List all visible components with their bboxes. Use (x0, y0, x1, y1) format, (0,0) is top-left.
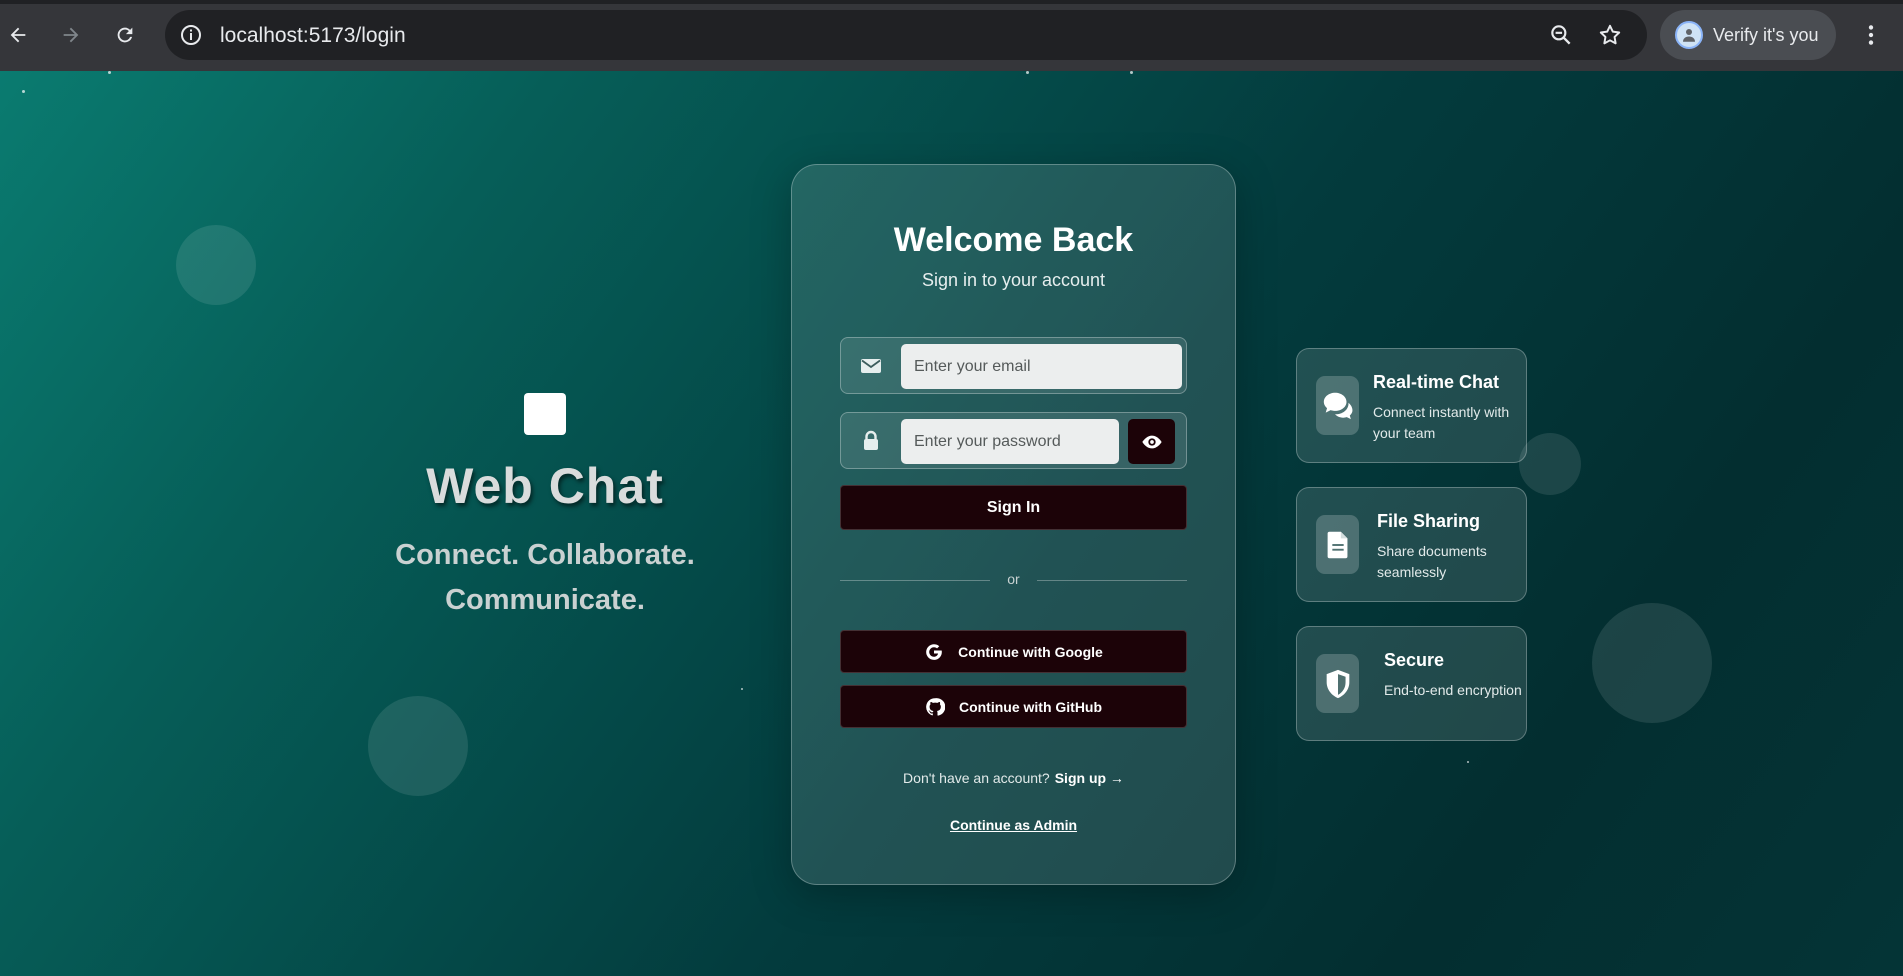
feature-card-secure: Secure End-to-end encryption (1296, 626, 1527, 741)
forward-arrow-icon (63, 27, 79, 43)
brand-section: Web Chat Connect. Collaborate. Communica… (330, 393, 760, 623)
signup-prompt: Don't have an account? (903, 770, 1050, 786)
toggle-password-visibility-button[interactable] (1128, 419, 1175, 464)
reload-button[interactable] (110, 20, 140, 50)
password-field (840, 412, 1187, 469)
feature-title: File Sharing (1377, 511, 1481, 531)
login-page: Web Chat Connect. Collaborate. Communica… (0, 71, 1903, 976)
profile-label: Verify it's you (1713, 24, 1819, 45)
forward-button[interactable] (56, 20, 86, 50)
tab-strip-edge (0, 0, 1903, 4)
background-bubble (368, 696, 468, 796)
eye-icon (1141, 435, 1162, 448)
profile-button[interactable]: Verify it's you (1660, 10, 1836, 60)
chat-bubbles-icon (1323, 392, 1352, 419)
envelope-icon (861, 359, 881, 373)
browser-toolbar: localhost:5173/login Verify it's you (0, 0, 1903, 71)
email-input[interactable] (901, 344, 1182, 389)
feature-description: End-to-end encryption (1384, 682, 1522, 698)
brand-tagline: Connect. Collaborate. Communicate. (330, 533, 760, 623)
google-sign-in-button[interactable]: Continue with Google (840, 630, 1187, 673)
feature-card-file-sharing: File Sharing Share documents seamlessly (1296, 487, 1527, 602)
divider-label: or (1007, 571, 1020, 587)
back-arrow-icon (10, 27, 26, 43)
login-subtitle: Sign in to your account (921, 270, 1106, 290)
background-dot (22, 90, 25, 93)
feature-title: Secure (1384, 650, 1445, 670)
background-dot (1130, 71, 1133, 74)
login-title: Welcome Back (893, 221, 1134, 259)
background-bubble (176, 225, 256, 305)
background-bubble (1592, 603, 1712, 723)
brand-logo (524, 393, 566, 435)
feature-icon-box (1316, 515, 1359, 574)
avatar (1675, 21, 1703, 49)
email-field (840, 337, 1187, 394)
github-button-label: Continue with GitHub (958, 698, 1103, 715)
shield-icon (1326, 669, 1349, 698)
document-icon (1327, 531, 1347, 558)
bookmark-star-icon[interactable] (1597, 22, 1623, 48)
sign-up-link[interactable]: Sign up → (1055, 770, 1124, 786)
address-bar[interactable]: localhost:5173/login (165, 10, 1647, 60)
tagline-line-1: Connect. Collaborate. (395, 539, 695, 571)
google-button-label: Continue with Google (958, 643, 1103, 660)
back-button[interactable] (3, 20, 33, 50)
feature-title: Real-time Chat (1373, 372, 1500, 392)
site-info-icon[interactable] (179, 23, 203, 47)
login-card: Welcome Back Sign in to your account Ent… (791, 164, 1236, 885)
background-dot (1026, 71, 1029, 74)
background-dot (108, 71, 111, 74)
github-sign-in-button[interactable]: Continue with GitHub (840, 685, 1187, 728)
or-divider: or (840, 570, 1187, 590)
url-text[interactable]: localhost:5173/login (220, 24, 406, 48)
reload-icon (117, 27, 133, 43)
signup-prompt-row: Don't have an account? Sign up → (792, 770, 1235, 786)
github-icon (926, 697, 945, 716)
background-dot (741, 688, 743, 690)
feature-card-realtime-chat: Real-time Chat Connect instantly with yo… (1296, 348, 1527, 463)
sign-in-button[interactable]: Sign In (840, 485, 1187, 530)
google-icon (926, 643, 943, 660)
zoom-icon[interactable] (1548, 22, 1574, 48)
feature-icon-box (1316, 376, 1359, 435)
brand-title: Web Chat (426, 458, 664, 514)
browser-menu-icon[interactable] (1858, 22, 1884, 48)
background-dot (1467, 761, 1469, 763)
lock-icon (864, 430, 878, 450)
feature-description: Share documents seamlessly (1377, 543, 1487, 580)
background-bubble (1519, 433, 1581, 495)
tagline-line-2: Communicate. (445, 584, 645, 616)
continue-as-admin-link[interactable]: Continue as Admin (792, 817, 1235, 833)
feature-icon-box (1316, 654, 1359, 713)
feature-description: Connect instantly with your team (1373, 404, 1510, 441)
user-icon (1683, 29, 1695, 42)
password-input[interactable] (901, 419, 1119, 464)
